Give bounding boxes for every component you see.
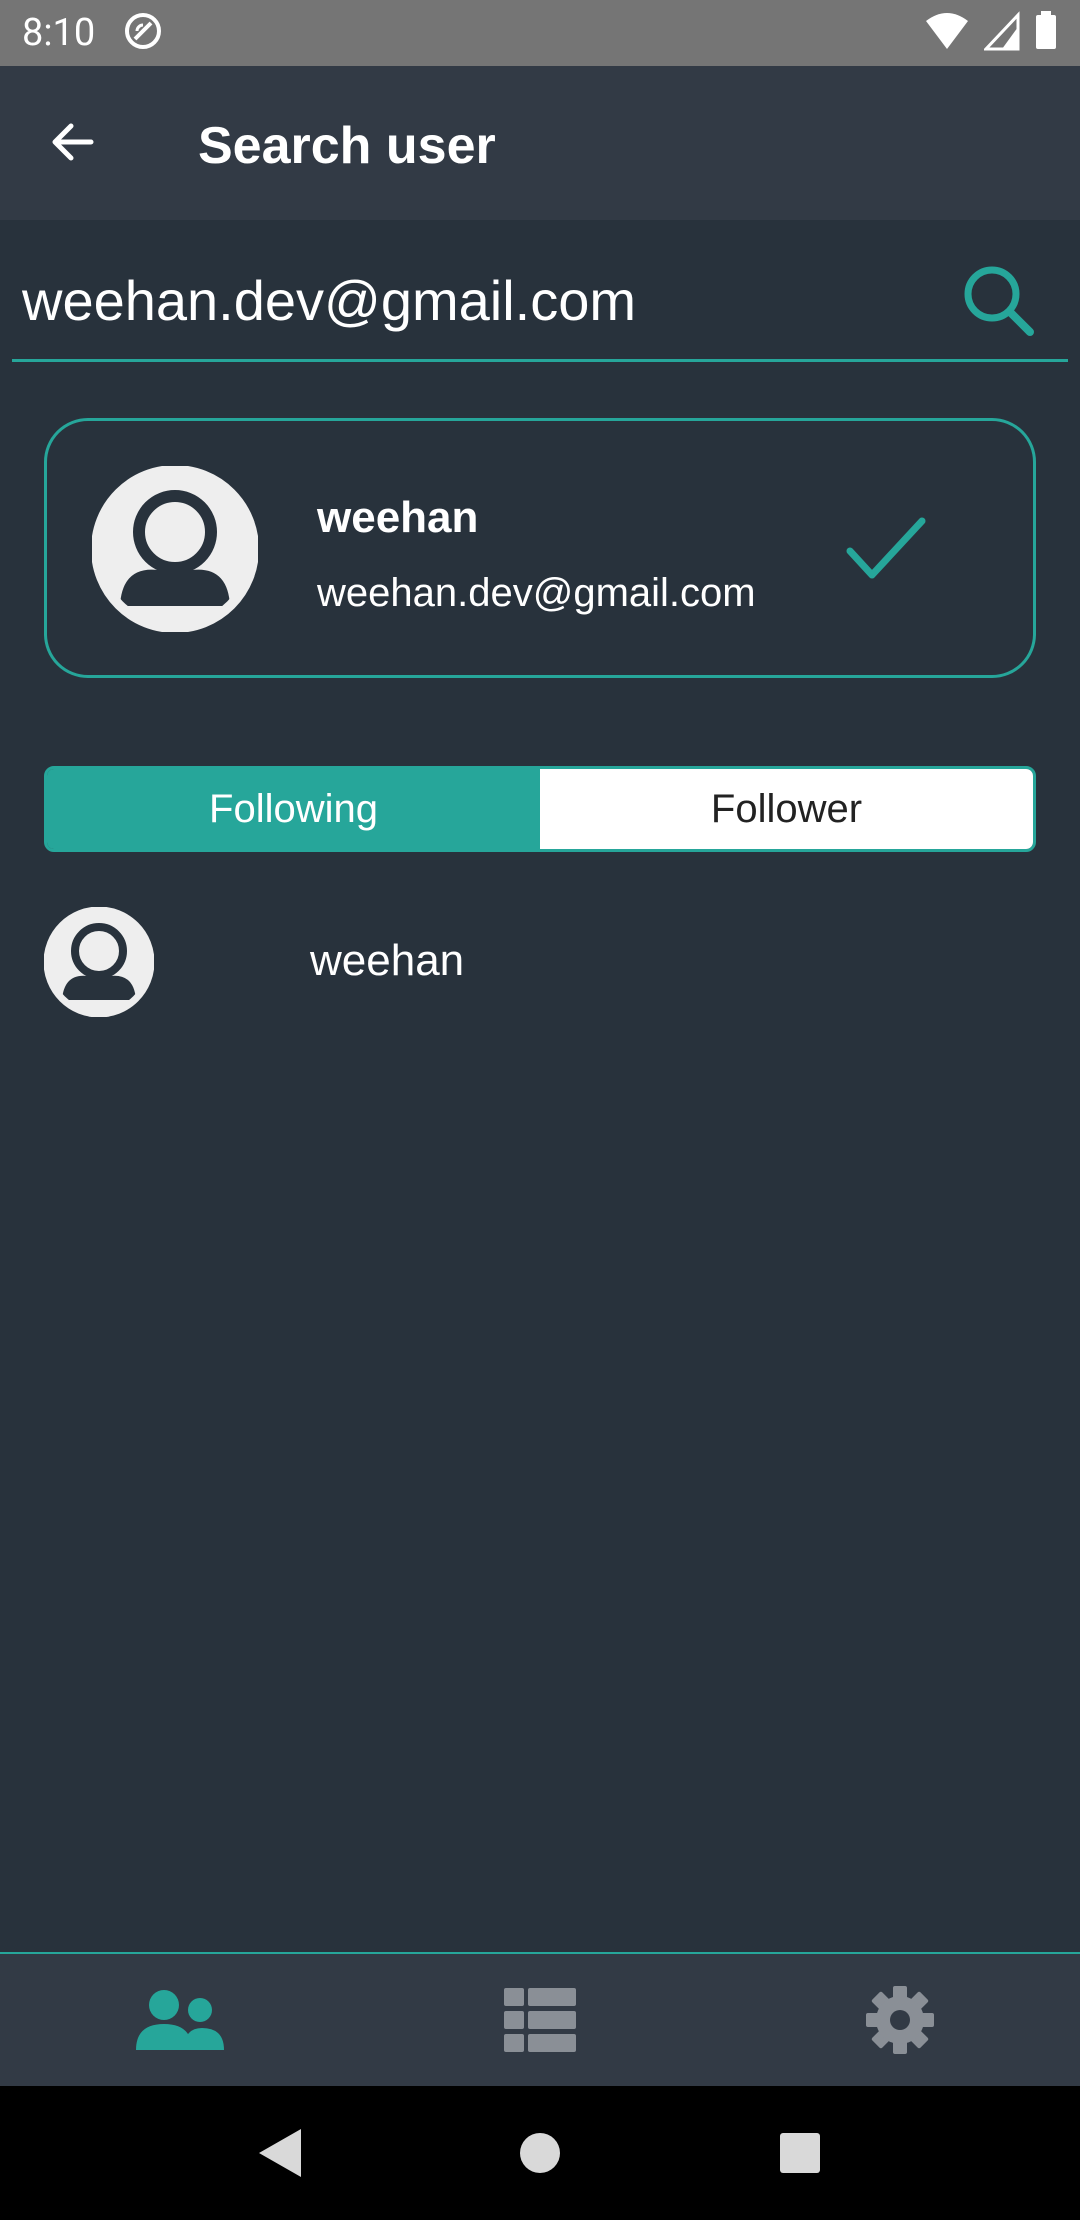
square-recents-icon	[780, 2133, 820, 2173]
avatar	[44, 907, 154, 1017]
status-time: 8:10	[22, 11, 96, 55]
list-item[interactable]: weehan	[44, 906, 1036, 1018]
cell-signal-icon	[982, 10, 1020, 56]
follow-tabs: Following Follower	[44, 766, 1036, 852]
system-recents-button[interactable]	[760, 2113, 840, 2193]
page-title: Search user	[198, 117, 496, 175]
battery-icon	[1034, 10, 1058, 56]
status-left: 8:10	[22, 11, 163, 56]
sync-status-icon	[123, 11, 163, 56]
user-result-card[interactable]: weehan weehan.dev@gmail.com	[44, 418, 1036, 678]
nav-list[interactable]	[360, 1954, 720, 2086]
gear-icon	[866, 1986, 934, 2054]
users-icon	[136, 1990, 224, 2050]
app-bar: Search user	[0, 66, 1080, 220]
list-item-name: weehan	[310, 936, 465, 985]
circle-home-icon	[520, 2133, 560, 2173]
search-input[interactable]	[22, 260, 922, 340]
nav-settings[interactable]	[720, 1954, 1080, 2086]
search-row	[12, 240, 1068, 362]
check-icon[interactable]	[842, 511, 932, 591]
arrow-back-icon	[52, 123, 94, 161]
avatar	[92, 466, 258, 632]
nav-users[interactable]	[0, 1954, 360, 2086]
system-home-button[interactable]	[500, 2113, 580, 2193]
search-button[interactable]	[956, 258, 1040, 342]
screen: 8:10 Search user weehan.dev@gmail.com we…	[0, 0, 1080, 2220]
tab-follower[interactable]: Follower	[540, 769, 1033, 849]
back-button[interactable]	[44, 114, 100, 170]
user-name: weehan	[317, 493, 479, 542]
search-icon	[964, 266, 1034, 336]
system-back-button[interactable]	[240, 2113, 320, 2193]
bottom-nav	[0, 1952, 1080, 2086]
status-bar: 8:10	[0, 0, 1080, 66]
status-right	[924, 10, 1058, 56]
tab-following[interactable]: Following	[47, 769, 540, 849]
triangle-back-icon	[259, 2129, 301, 2177]
list-icon	[504, 1988, 576, 2052]
wifi-icon	[924, 11, 970, 56]
user-email: weehan.dev@gmail.com	[317, 571, 756, 615]
system-nav-bar	[0, 2086, 1080, 2220]
